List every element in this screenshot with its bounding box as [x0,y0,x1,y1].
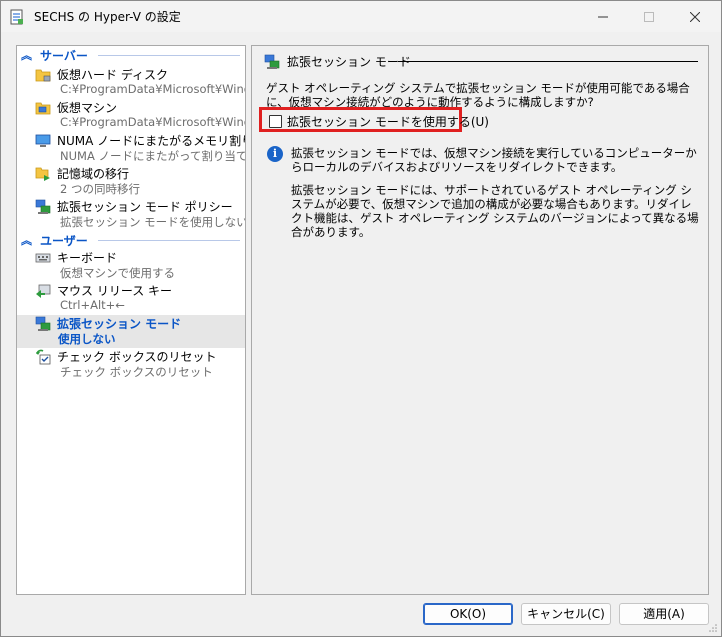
cancel-button[interactable]: キャンセル(C) [521,603,611,625]
section-divider [98,55,240,56]
enhanced-session-checkbox[interactable] [269,115,282,128]
nav-item-reset-check-boxes[interactable]: チェック ボックスのリセット チェック ボックスのリセット [17,348,245,380]
nav-item-keyboard[interactable]: キーボード 仮想マシンで使用する [17,249,245,281]
settings-doc-icon [10,9,23,25]
title-bar[interactable]: SECHS の Hyper-V の設定 [1,1,721,32]
numa-monitor-icon [35,134,51,147]
hard-disk-folder-icon [35,69,51,82]
section-divider [98,240,240,241]
close-icon [690,11,700,22]
section-header-user[interactable]: ︽ ユーザー [18,232,244,248]
info-icon: i [267,146,283,162]
session-network-icon [35,199,51,214]
section-header-server[interactable]: ︽ サーバー [18,47,244,63]
close-button[interactable] [672,1,718,32]
collapse-chevron-icon[interactable]: ︽ [21,232,32,248]
settings-navigation-panel: ︽ サーバー 仮想ハード ディスク C:¥ProgramData¥Microso… [16,45,246,595]
storage-migration-icon [35,167,50,181]
info-paragraph: 拡張セッション モードでは、仮想マシン接続を実行しているコンピューターからローカ… [291,146,697,174]
session-network-icon [264,54,280,69]
settings-detail-panel: 拡張セッション モード ゲスト オペレーティング システムで拡張セッション モー… [251,45,709,595]
window-title: SECHS の Hyper-V の設定 [34,10,181,24]
nav-item-mouse-release-key[interactable]: マウス リリース キー Ctrl+Alt+← [17,282,245,314]
nav-item-virtual-hard-disk[interactable]: 仮想ハード ディスク C:¥ProgramData¥Microsoft¥Wind… [17,66,245,98]
title-divider [398,61,698,62]
ok-button[interactable]: OK(O) [423,603,513,625]
panel-description: ゲスト オペレーティング システムで拡張セッション モードが使用可能である場合に… [266,81,690,109]
resize-grip-icon[interactable] [708,623,718,633]
collapse-chevron-icon[interactable]: ︽ [21,47,32,63]
nav-item-enhanced-session-policy[interactable]: 拡張セッション モード ポリシー 拡張セッション モードを使用しない [17,198,245,230]
settings-window: SECHS の Hyper-V の設定 ︽ サーバー 仮想ハード ディスク C:… [0,0,722,637]
nav-item-enhanced-session-mode[interactable]: 拡張セッション モード 使用しない [17,315,245,348]
maximize-icon [644,11,654,22]
enhanced-session-checkbox-label[interactable]: 拡張セッション モードを使用する(U) [287,113,489,130]
nav-item-numa-spanning[interactable]: NUMA ノードにまたがるメモリ割り当て NUMA ノードにまたがって割り当てる [17,132,245,164]
checkbox-reset-icon [36,349,51,365]
mouse-release-icon [36,284,51,298]
nav-item-storage-migration[interactable]: 記憶域の移行 2 つの同時移行 [17,165,245,197]
maximize-button[interactable] [626,1,672,32]
keyboard-icon [35,253,51,263]
nav-item-virtual-machine[interactable]: 仮想マシン C:¥ProgramData¥Microsoft¥Windo... [17,99,245,131]
panel-title: 拡張セッション モード [287,55,411,69]
vm-folder-icon [35,102,51,115]
minimize-icon [598,16,608,17]
apply-button[interactable]: 適用(A) [619,603,709,625]
info-paragraph: 拡張セッション モードには、サポートされているゲスト オペレーティング システム… [291,183,699,239]
session-network-icon [35,316,51,331]
minimize-button[interactable] [580,1,626,32]
